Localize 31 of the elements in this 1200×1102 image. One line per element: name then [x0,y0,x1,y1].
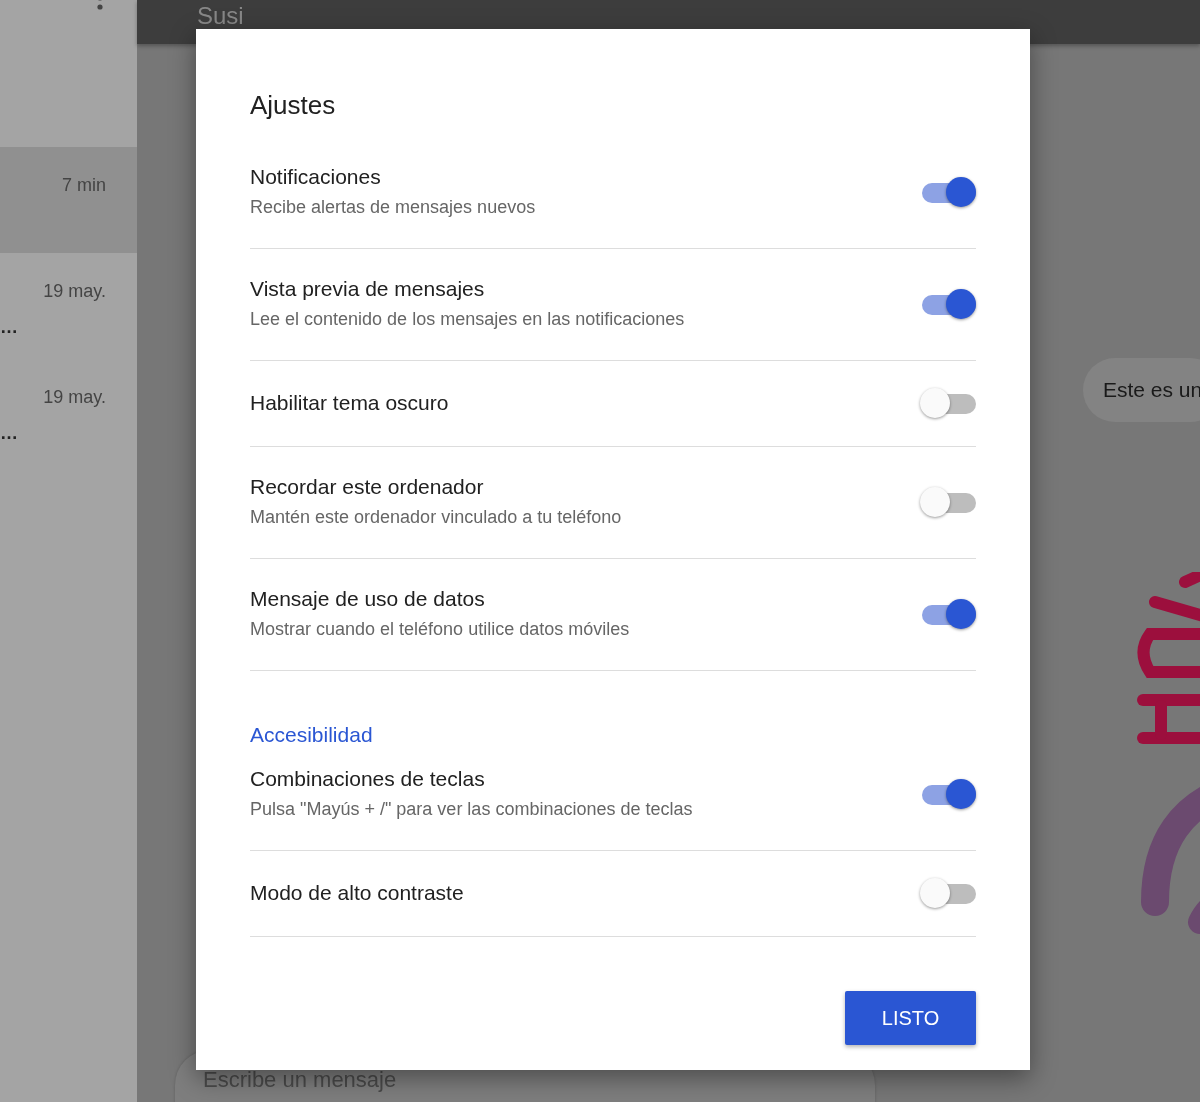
done-button[interactable]: LISTO [845,991,976,1045]
setting-description: Pulsa "Mayús + /" para ver las combinaciones de teclas [250,798,694,821]
section-heading: Accesibilidad [250,722,374,748]
setting-description: Mantén este ordenador vinculado a tu teléfono [250,506,623,529]
conversation-time: 19 may. [43,387,106,408]
conversation-time: 19 may. [43,281,106,302]
toggle-switch[interactable] [920,778,976,810]
toggle-switch[interactable] [920,288,976,320]
setting-label: Mensaje de uso de datos [250,586,486,612]
toggle-switch[interactable] [920,486,976,518]
conversation-preview: … [0,317,18,338]
setting-label: Notificaciones [250,164,382,190]
setting-label: Habilitar tema oscuro [250,390,450,416]
setting-description: Lee el contenido de los mensajes en las notificaciones [250,308,686,331]
setting-description: Recibe alertas de mensajes nuevos [250,196,537,219]
conversation-item[interactable]: 19 may. … [0,359,137,465]
message-bubble: Este es un [1083,358,1200,422]
toggle-switch[interactable] [920,176,976,208]
dialog-title: Ajustes [250,89,337,122]
setting-label: Recordar este ordenador [250,474,485,500]
setting-label: Combinaciones de teclas [250,766,486,792]
setting-description: Mostrar cuando el teléfono utilice datos móviles [250,618,631,641]
chat-title: Susi [197,2,244,30]
toggle-switch[interactable] [920,387,976,419]
conversation-item[interactable]: 19 may. … [0,253,137,359]
conversation-preview: … [0,423,18,444]
toggle-switch[interactable] [920,598,976,630]
setting-label: Vista previa de mensajes [250,276,486,302]
conversation-time: 7 min [62,175,106,196]
setting-label: Modo de alto contraste [250,880,465,906]
toggle-switch[interactable] [920,877,976,909]
